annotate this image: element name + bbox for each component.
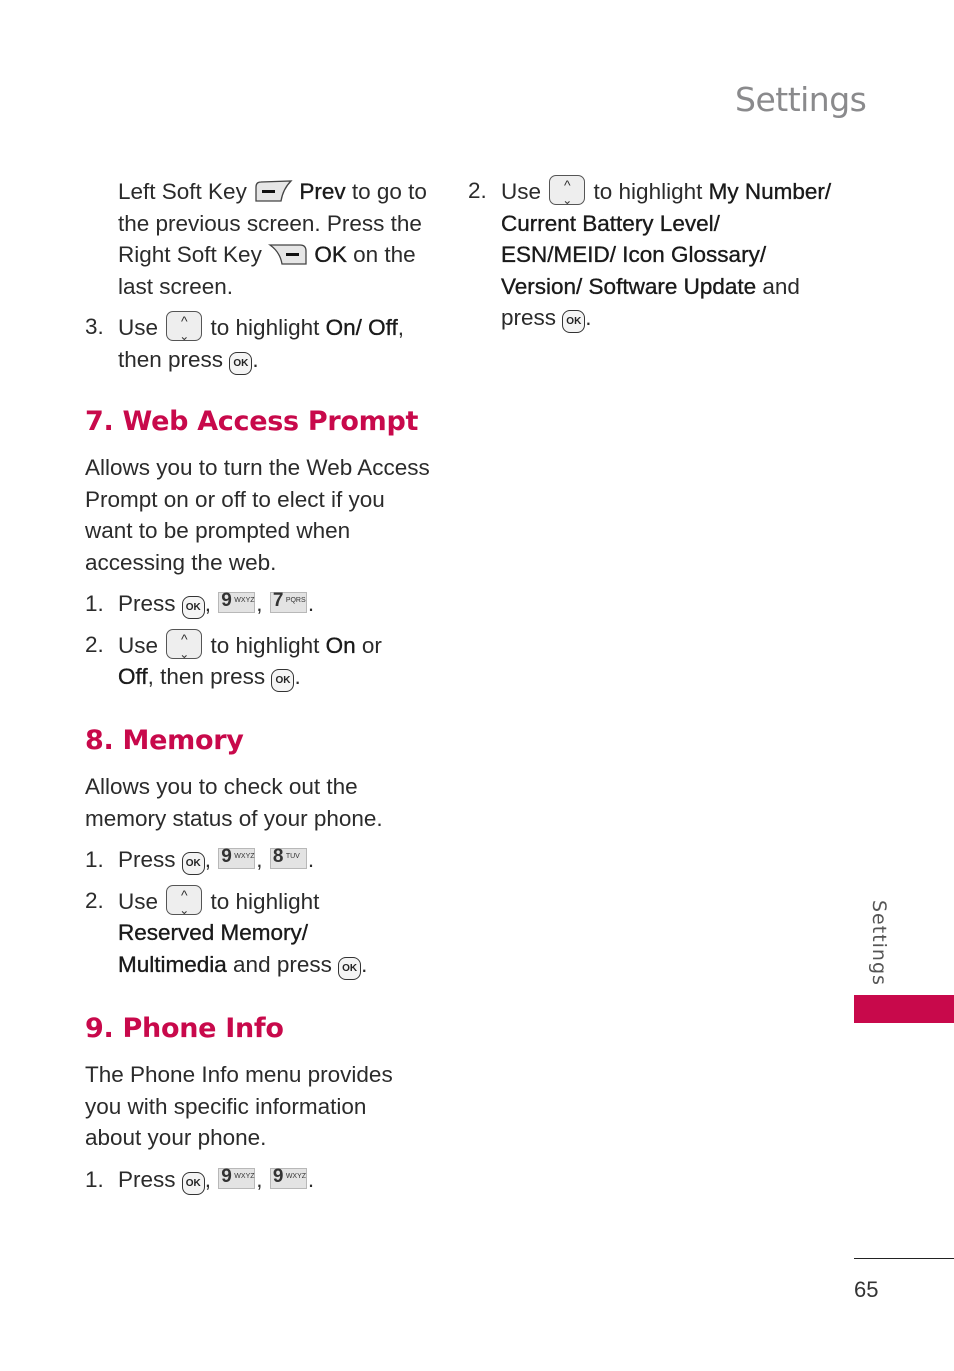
key-digit: 9 (221, 846, 232, 867)
ok-key-icon: OK (181, 1171, 205, 1195)
text: to highlight (587, 179, 709, 204)
step-number: 2. (85, 631, 104, 657)
step-number: 3. (85, 314, 104, 339)
page-number: 65 (854, 1277, 879, 1302)
text: . (585, 305, 592, 330)
step-number: 1. (85, 591, 104, 616)
text: Left Soft Key (118, 179, 247, 204)
left-column-continuation: Left Soft Key Prev to go to the previous… (85, 176, 445, 375)
text: Press (118, 591, 176, 616)
key-7-icon: 7 PQRS (269, 590, 307, 613)
text: Press (118, 847, 176, 872)
section-heading: 8. Memory (85, 725, 244, 756)
key-letters: TUV (285, 853, 300, 860)
key-digit: 8 (272, 846, 284, 867)
key-letters: WXYZ (285, 1172, 307, 1180)
option-label: On (325, 632, 356, 658)
section-heading: 7. Web Access Prompt (85, 406, 419, 437)
steps-list: 1. Press OK, 9WXYZ, 8TUV. 2. Use to high… (85, 844, 455, 980)
ok-label: OK (314, 242, 347, 267)
right-soft-key-icon (268, 244, 307, 265)
key-9-icon: 9 WXYZ (218, 1165, 256, 1189)
key-digit: 9 (272, 1165, 284, 1187)
steps-list: 1. Press OK, 9 WXYZ, 9 WXYZ. (85, 1164, 455, 1196)
step-3: 3. Use to highlight On/ Off, then press … (85, 306, 445, 375)
text: Use (118, 315, 159, 340)
section-description: The Phone Info menu provides you with sp… (85, 1062, 393, 1150)
prev-label: Prev (299, 179, 346, 204)
navigation-key-icon (166, 306, 203, 342)
footer-divider (854, 1258, 954, 1259)
section-heading: 9. Phone Info (85, 1013, 284, 1044)
step-1: 1. Press OK, 9 WXYZ, 9 WXYZ. (85, 1164, 455, 1196)
section-web-access-prompt: 7. Web Access Prompt Allows you to turn … (85, 405, 455, 702)
option-label: On/ Off (325, 315, 398, 340)
text: . (252, 346, 259, 372)
step-number: 2. (85, 887, 104, 913)
text: to highlight (204, 315, 326, 340)
left-soft-key-icon (255, 180, 293, 202)
step-continuation: Left Soft Key Prev to go to the previous… (85, 176, 445, 302)
key-8-icon: 8 TUV (269, 846, 307, 869)
navigation-key-icon (166, 880, 203, 916)
step-2: 2. Use to highlight On or Off, then pres… (85, 624, 455, 693)
text: . (361, 951, 368, 977)
key-letters: WXYZ (234, 1172, 255, 1180)
section-memory: 8. Memory Allows you to check out the me… (85, 724, 455, 989)
text: to highlight (204, 632, 326, 658)
ok-key-icon: OK (181, 596, 205, 619)
text: , (397, 315, 405, 340)
key-9-icon: 9 WXYZ (218, 590, 256, 613)
option-label: Multimedia (118, 951, 227, 977)
step-2-phone-info: 2. Use to highlight My Number/ Current B… (468, 170, 838, 334)
step-number: 2. (468, 178, 487, 203)
section-description: Allows you to check out the memory statu… (85, 774, 383, 831)
navigation-key-icon (166, 624, 203, 660)
step-number: 1. (85, 847, 104, 872)
ok-key-icon: OK (271, 669, 295, 692)
step-2: 2. Use to highlight Reserved Memory/ Mul… (85, 880, 455, 981)
text: , then press (147, 664, 266, 689)
side-tab-marker (854, 995, 954, 1023)
text: Press (118, 1166, 176, 1192)
step-1: 1. Press OK, 9 WXYZ, 7 PQRS. (85, 588, 455, 620)
key-digit: 7 (272, 590, 284, 611)
text: or (355, 632, 382, 658)
key-letters: WXYZ (234, 597, 255, 604)
section-description: Allows you to turn the Web Access Prompt… (85, 455, 430, 575)
text: Use (118, 632, 159, 658)
ok-key-icon: OK (338, 956, 362, 980)
text: Use (501, 179, 542, 204)
key-letters: WXYZ (234, 853, 255, 860)
key-9-icon: 9 WXYZ (269, 1165, 307, 1189)
key-letters: PQRS (285, 597, 306, 604)
steps-list: 1. Press OK, 9WXYZ, 7PQRS. 2. Use to hig… (85, 588, 455, 693)
key-digit: 9 (221, 1165, 232, 1187)
step-number: 1. (85, 1166, 104, 1192)
page-header-title: Settings (735, 80, 867, 119)
text: . (294, 664, 301, 689)
side-tab-label: Settings (868, 900, 890, 986)
text: Use (118, 888, 159, 914)
ok-key-icon: OK (229, 351, 253, 375)
section-phone-info: 9. Phone Info The Phone Info menu provid… (85, 1012, 455, 1204)
key-digit: 9 (221, 590, 232, 611)
text: then press (118, 346, 224, 372)
key-9-icon: 9 WXYZ (218, 846, 256, 869)
text: and press (226, 951, 332, 977)
navigation-key-icon (549, 170, 586, 206)
text: to highlight (204, 888, 320, 914)
right-column: 2. Use to highlight My Number/ Current B… (468, 170, 838, 334)
ok-key-icon: OK (181, 852, 205, 875)
step-1: 1. Press OK, 9 WXYZ, 8 TUV. (85, 844, 455, 876)
option-label: Reserved Memory/ (118, 920, 309, 945)
ok-key-icon: OK (562, 310, 586, 333)
option-label: Off (118, 664, 148, 689)
